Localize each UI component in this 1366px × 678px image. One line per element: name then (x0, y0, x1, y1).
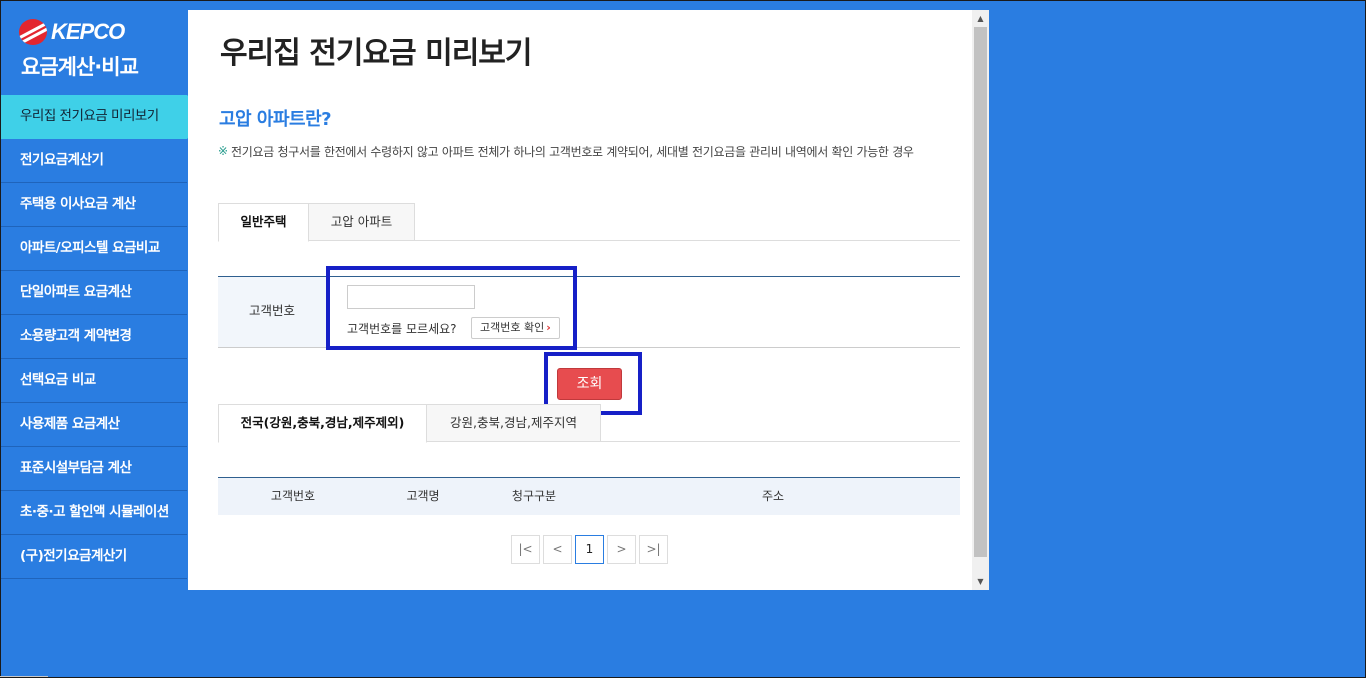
logo-text: KEPCO (51, 19, 125, 44)
column-address: 주소 (761, 489, 785, 503)
sidebar-item-old-calculator[interactable]: (구)전기요금계산기 (1, 535, 187, 579)
customer-number-label: 고객번호 (218, 277, 326, 347)
column-customer-number: 고객번호 (270, 489, 316, 503)
next-page-icon[interactable]: > (607, 535, 636, 564)
sidebar-item-school-discount[interactable]: 초·중·고 할인액 시뮬레이션 (1, 491, 187, 535)
kepco-logo-icon (19, 19, 47, 45)
sidebar-item-facility-charge[interactable]: 표준시설부담금 계산 (1, 447, 187, 491)
main-panel: 우리집 전기요금 미리보기 고압 아파트란? ※ 전기요금 청구서를 한전에서 … (188, 10, 989, 590)
tab-general-house[interactable]: 일반주택 (218, 203, 309, 242)
divider (0, 676, 48, 677)
highlight-box-input (326, 266, 577, 350)
sidebar-item-moving-bill[interactable]: 주택용 이사요금 계산 (1, 183, 187, 227)
column-billing-type: 청구구분 (511, 489, 557, 503)
column-customer-name: 고객명 (406, 489, 440, 503)
sidebar-title: 요금계산·비교 (21, 55, 139, 79)
tab-high-voltage-apartment[interactable]: 고압 아파트 (308, 203, 415, 241)
region-tabs: 전국(강원,충북,경남,제주제외) 강원,충북,경남,제주지역 (218, 404, 960, 443)
vertical-scrollbar[interactable]: ▲ ▼ (972, 10, 989, 590)
house-type-tabs: 일반주택 고압 아파트 (218, 203, 960, 242)
sidebar-item-rate-compare[interactable]: 선택요금 비교 (1, 359, 187, 403)
sidebar-item-home-bill-preview[interactable]: 우리집 전기요금 미리보기 (1, 95, 209, 139)
sidebar-item-bill-calculator[interactable]: 전기요금계산기 (1, 139, 187, 183)
section-title: 고압 아파트란? (219, 109, 332, 130)
scrollbar-thumb[interactable] (974, 27, 987, 557)
scroll-up-icon[interactable]: ▲ (972, 10, 989, 27)
search-button[interactable]: 조회 (557, 368, 622, 400)
sidebar-item-apartment-compare[interactable]: 아파트/오피스텔 요금비교 (1, 227, 187, 271)
sidebar-nav: 우리집 전기요금 미리보기 전기요금계산기 주택용 이사요금 계산 아파트/오피… (1, 95, 209, 579)
page-title: 우리집 전기요금 미리보기 (220, 36, 532, 71)
description-note: 전기요금 청구서를 한전에서 수령하지 않고 아파트 전체가 하나의 고객번호로… (231, 145, 914, 159)
note-mark: ※ (218, 144, 229, 158)
sidebar-item-single-apartment[interactable]: 단일아파트 요금계산 (1, 271, 187, 315)
sidebar-item-appliance-bill[interactable]: 사용제품 요금계산 (1, 403, 187, 447)
kepco-logo[interactable]: KEPCO (19, 19, 125, 45)
sidebar: KEPCO 요금계산·비교 우리집 전기요금 미리보기 전기요금계산기 주택용 … (1, 1, 209, 676)
page-number-current[interactable]: 1 (575, 535, 604, 564)
results-table-header: 고객번호 고객명 청구구분 주소 (218, 477, 960, 515)
pagination: |< < 1 > >| (511, 535, 671, 564)
first-page-icon[interactable]: |< (511, 535, 540, 564)
sidebar-item-small-contract[interactable]: 소용량고객 계약변경 (1, 315, 187, 359)
last-page-icon[interactable]: >| (639, 535, 668, 564)
prev-page-icon[interactable]: < (543, 535, 572, 564)
tab-region-nationwide[interactable]: 전국(강원,충북,경남,제주제외) (218, 404, 427, 443)
tab-region-gangwon[interactable]: 강원,충북,경남,제주지역 (426, 404, 601, 442)
scroll-down-icon[interactable]: ▼ (972, 573, 989, 590)
